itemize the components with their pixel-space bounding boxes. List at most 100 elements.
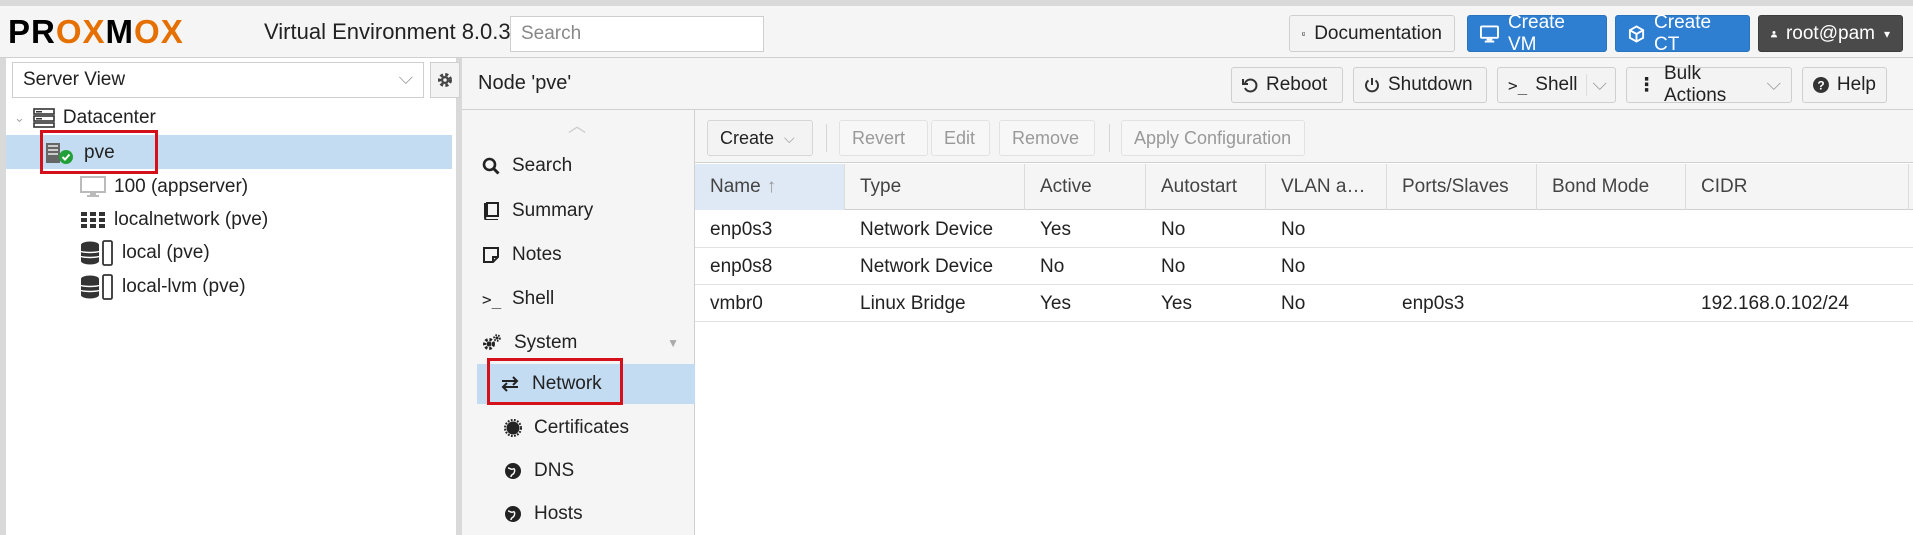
create-label: Create: [720, 127, 775, 148]
undo-icon: [1242, 78, 1258, 93]
toolbar-separator: [1109, 124, 1110, 152]
nav-item-dns[interactable]: DNS: [504, 451, 574, 491]
app-title: Virtual Environment 8.0.3: [264, 19, 511, 44]
nav-item-search[interactable]: Search: [482, 146, 572, 186]
nav-item-shell[interactable]: >_ Shell: [482, 279, 554, 319]
expand-caret-icon: ▼: [667, 336, 679, 350]
nav-item-label: Notes: [512, 244, 562, 265]
user-icon: [1771, 30, 1777, 37]
tree-item-localnetwork[interactable]: localnetwork (pve): [80, 203, 268, 237]
tree-item-local[interactable]: local (pve): [80, 236, 210, 270]
cell-autostart: Yes: [1161, 292, 1192, 314]
network-toolbar: Create ⌵ Revert Edit Remove Apply Config…: [695, 110, 1913, 163]
create-button[interactable]: Create ⌵: [707, 120, 813, 156]
user-menu-button[interactable]: root@pam ▾: [1758, 15, 1903, 52]
column-header-active[interactable]: Active: [1025, 164, 1146, 210]
cell-bond-mode: [1537, 211, 1552, 248]
nav-item-certificates[interactable]: Certificates: [504, 408, 629, 448]
proxmox-logo: PROXMOX: [8, 13, 184, 50]
reboot-button[interactable]: Reboot: [1231, 67, 1343, 103]
shell-label: Shell: [1535, 74, 1578, 95]
column-header-vlan-aware[interactable]: VLAN a…: [1266, 164, 1387, 210]
bulk-actions-button[interactable]: ⋮ Bulk Actions ⌵: [1626, 63, 1792, 106]
logo-text: PROXMOX: [8, 13, 184, 50]
documentation-button[interactable]: Documentation: [1289, 15, 1455, 52]
cell-cidr: 192.168.0.102/24: [1701, 292, 1849, 314]
cell-cidr: [1686, 211, 1701, 248]
nav-item-label: DNS: [534, 460, 575, 481]
documentation-label: Documentation: [1314, 22, 1442, 44]
view-settings-button[interactable]: [430, 62, 460, 98]
page-title: Node 'pve': [478, 72, 572, 94]
column-header-type[interactable]: Type: [845, 164, 1025, 210]
cell-name: enp0s8: [710, 255, 773, 277]
nav-item-notes[interactable]: Notes: [482, 235, 562, 275]
globe-icon: [505, 463, 521, 479]
tree-item-label: local-lvm (pve): [122, 276, 246, 297]
globe-icon: [505, 506, 521, 522]
cell-name: vmbr0: [710, 292, 763, 314]
network-panel: Create ⌵ Revert Edit Remove Apply Config…: [695, 110, 1913, 535]
grid-icon: [81, 212, 105, 228]
revert-label: Revert: [852, 127, 906, 148]
column-header-label: Autostart: [1161, 176, 1238, 197]
cell-active: Yes: [1040, 218, 1071, 240]
chevron-down-icon: ⌵: [784, 129, 795, 146]
column-header-ports-slaves[interactable]: Ports/Slaves: [1387, 164, 1537, 210]
terminal-icon: >_: [1508, 75, 1528, 95]
cell-autostart: No: [1161, 218, 1186, 240]
table-row[interactable]: enp0s3 Network Device Yes No No: [695, 211, 1913, 248]
tree-item-label: localnetwork (pve): [114, 209, 269, 230]
create-vm-button[interactable]: Create VM: [1467, 12, 1607, 55]
cell-ports-slaves: [1387, 248, 1402, 285]
ellipsis-vertical-icon: ⋮: [1637, 74, 1656, 96]
nav-item-label: System: [514, 332, 578, 353]
column-header-cidr[interactable]: CIDR: [1686, 164, 1909, 210]
tree-item-local-lvm[interactable]: local-lvm (pve): [80, 270, 246, 304]
bulk-actions-label: Bulk Actions: [1664, 63, 1727, 106]
table-row[interactable]: enp0s8 Network Device No No No: [695, 248, 1913, 285]
terminal-icon: >_: [482, 289, 502, 309]
column-header-name[interactable]: Name ↑: [695, 164, 845, 210]
table-row[interactable]: vmbr0 Linux Bridge Yes Yes No enp0s3 192…: [695, 285, 1913, 322]
tree-item-vm-100[interactable]: 100 (appserver): [80, 170, 248, 204]
remove-label: Remove: [1012, 127, 1080, 148]
server-view-select[interactable]: Server View ⌵: [12, 62, 424, 98]
scroll-up-icon[interactable]: ︿: [568, 112, 586, 138]
help-button[interactable]: ? Help: [1802, 67, 1887, 103]
nav-item-hosts[interactable]: Hosts: [504, 494, 583, 534]
nav-item-system[interactable]: System ▼: [482, 323, 687, 363]
nav-item-label: Shell: [512, 288, 555, 309]
tree-item-label: 100 (appserver): [114, 176, 249, 197]
column-header-label: Name: [710, 176, 761, 197]
nav-item-summary[interactable]: Summary: [482, 191, 593, 231]
chevron-down-icon: ▾: [1883, 26, 1890, 41]
apply-configuration-label: Apply Configuration: [1134, 127, 1292, 148]
column-header-autostart[interactable]: Autostart: [1146, 164, 1266, 210]
node-navigation: ︿ Search Summary Notes >_ Shell System ▼…: [462, 110, 695, 535]
remove-button[interactable]: Remove: [999, 120, 1095, 156]
reboot-label: Reboot: [1266, 74, 1328, 95]
cell-ports-slaves: [1387, 211, 1402, 248]
book-icon: [484, 202, 499, 220]
edit-button[interactable]: Edit: [931, 120, 990, 156]
cell-name: enp0s3: [710, 218, 773, 240]
create-ct-button[interactable]: Create CT: [1615, 12, 1750, 55]
shutdown-button[interactable]: Shutdown: [1353, 67, 1487, 103]
shell-menu-button[interactable]: >_ Shell ⌵: [1497, 67, 1616, 103]
cell-vlan-aware: No: [1281, 255, 1306, 277]
revert-button[interactable]: Revert: [839, 120, 928, 156]
column-header-label: Ports/Slaves: [1402, 176, 1509, 197]
column-header-label: Bond Mode: [1552, 176, 1650, 197]
cell-bond-mode: [1537, 285, 1552, 322]
storage-icon: [80, 240, 113, 266]
global-search-input[interactable]: Search: [510, 16, 764, 52]
cell-active: Yes: [1040, 292, 1071, 314]
create-ct-label: Create CT: [1654, 11, 1712, 55]
cube-icon: [1628, 24, 1645, 43]
power-icon: [1365, 78, 1379, 93]
column-header-bond-mode[interactable]: Bond Mode: [1537, 164, 1686, 210]
chevron-down-icon: ⌵: [398, 68, 413, 89]
nav-item-label: Certificates: [534, 417, 630, 438]
apply-configuration-button[interactable]: Apply Configuration: [1121, 120, 1305, 156]
